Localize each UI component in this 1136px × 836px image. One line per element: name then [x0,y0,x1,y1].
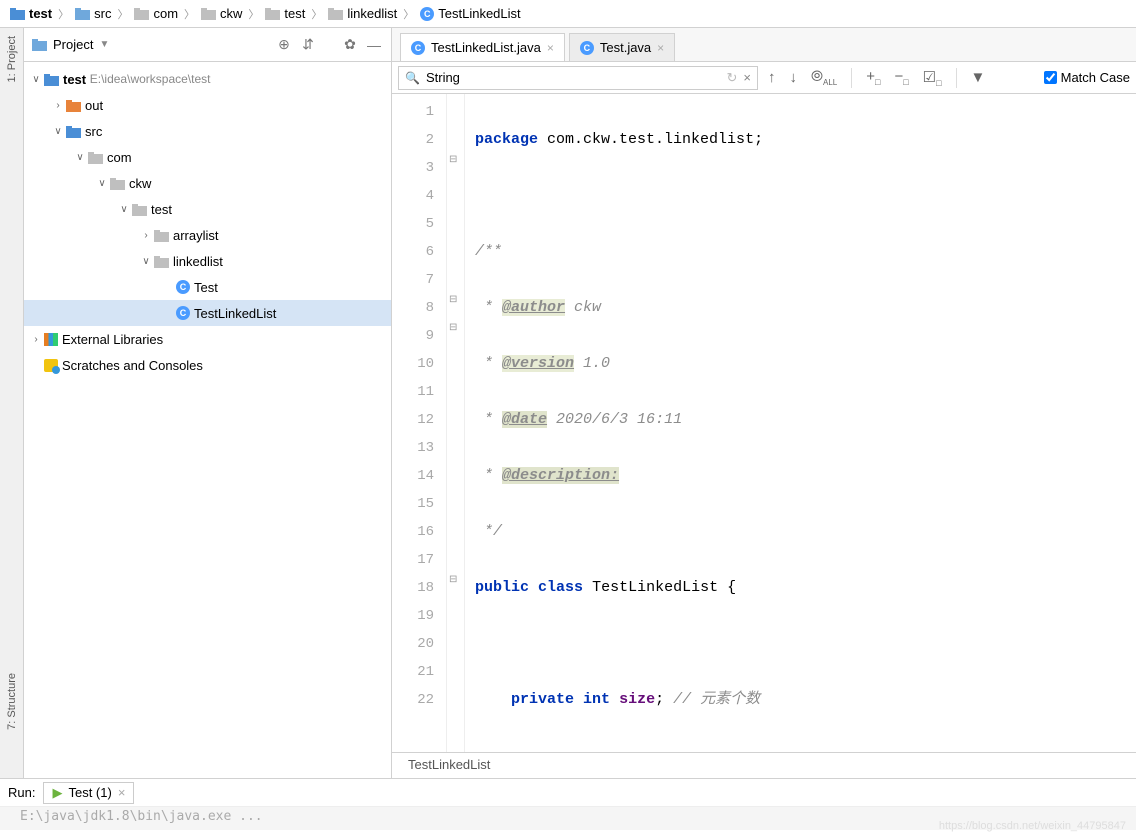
project-icon [32,38,47,51]
project-view-title[interactable]: Project [53,37,93,52]
class-icon: C [411,41,425,55]
tree-test-pkg[interactable]: ∨test [24,196,391,222]
remove-selection-button[interactable]: −□ [890,66,912,89]
bc-linkedlist[interactable]: linkedlist [324,4,401,23]
clear-icon[interactable]: × [743,70,751,85]
tab-testlinkedlist[interactable]: CTestLinkedList.java× [400,33,565,61]
folder-icon [328,7,343,20]
project-tool-button[interactable]: 1: Project [6,28,18,90]
folder-icon [110,177,125,190]
tree-scratches[interactable]: Scratches and Consoles [24,352,391,378]
tree-ckw[interactable]: ∨ckw [24,170,391,196]
tree-arraylist[interactable]: ›arraylist [24,222,391,248]
run-toolbar: Run: ▶Test (1)× [0,778,1136,806]
editor-breadcrumb[interactable]: TestLinkedList [392,752,1136,778]
project-view-dropdown-icon[interactable]: ▼ [99,39,109,50]
folder-icon [154,255,169,268]
class-icon: C [176,306,190,320]
watermark: https://blog.csdn.net/weixin_44795847 [939,820,1126,832]
project-tree[interactable]: ∨test E:\idea\workspace\test ›out ∨src ∨… [24,62,391,778]
find-bar: 🔍 ↻ × ↑ ↓ ⦾ALL +□ −□ ☑□ ▼ Match Case [392,62,1136,94]
module-icon [44,73,59,86]
close-icon[interactable]: × [657,41,664,55]
class-icon: C [176,280,190,294]
run-label: Run: [8,785,35,800]
libraries-icon [44,333,58,346]
run-tab[interactable]: ▶Test (1)× [43,782,134,804]
fold-gutter: ⊟ ⊟ ⊟ ⊟ [447,94,465,752]
folder-icon [66,125,81,138]
navigation-breadcrumbs: test〉 src〉 com〉 ckw〉 test〉 linkedlist〉 C… [0,0,1136,28]
bc-src[interactable]: src [71,4,115,23]
editor-area: CTestLinkedList.java× CTest.java× 🔍 ↻ × … [392,28,1136,778]
folder-icon [88,151,103,164]
hide-icon[interactable]: — [365,36,383,54]
class-icon: C [420,7,434,21]
folder-icon [66,99,81,112]
bc-ckw[interactable]: ckw [197,4,246,23]
locate-icon[interactable]: ⊕ [275,36,293,54]
search-icon: 🔍 [405,71,420,85]
add-selection-button[interactable]: +□ [862,66,884,89]
select-all-button[interactable]: ⦾ALL [807,66,841,89]
select-all-occurrences-button[interactable]: ☑□ [919,66,946,90]
bc-test[interactable]: test [261,4,309,23]
line-gutter: 12345678910111213141516171819202122 [392,94,447,752]
run-config-icon: ▶ [52,785,62,801]
next-match-button[interactable]: ↓ [786,67,802,88]
find-input[interactable] [426,70,721,85]
tree-root[interactable]: ∨test E:\idea\workspace\test [24,66,391,92]
tree-file-test[interactable]: CTest [24,274,391,300]
folder-icon [154,229,169,242]
collapse-icon[interactable]: ⇵ [299,36,317,54]
code-editor[interactable]: 12345678910111213141516171819202122 ⊟ ⊟ … [392,94,1136,752]
folder-icon [75,7,90,20]
code-content[interactable]: package com.ckw.test.linkedlist; /** * @… [465,94,1136,752]
class-icon: C [580,41,594,55]
match-case-checkbox[interactable]: Match Case [1044,70,1130,85]
project-panel: Project ▼ ⊕ ⇵ ✿ — ∨test E:\idea\workspac… [24,28,392,778]
editor-tabs: CTestLinkedList.java× CTest.java× [392,28,1136,62]
tree-file-tll[interactable]: CTestLinkedList [24,300,391,326]
bc-module[interactable]: test [6,4,56,23]
scratches-icon [44,359,58,372]
settings-icon[interactable]: ✿ [341,36,359,54]
module-icon [10,7,25,20]
tool-window-strip: 1: Project 7: Structure [0,28,24,778]
folder-icon [265,7,280,20]
filter-button[interactable]: ▼ [967,67,990,88]
folder-icon [201,7,216,20]
bc-com[interactable]: com [130,4,182,23]
tree-out[interactable]: ›out [24,92,391,118]
folder-icon [132,203,147,216]
tab-test[interactable]: CTest.java× [569,33,675,61]
prev-match-button[interactable]: ↑ [764,67,780,88]
folder-icon [134,7,149,20]
close-icon[interactable]: × [547,41,554,55]
bc-class[interactable]: CTestLinkedList [416,4,524,23]
find-input-container: 🔍 ↻ × [398,66,758,90]
tree-com[interactable]: ∨com [24,144,391,170]
close-icon[interactable]: × [118,785,126,800]
tree-ext-libs[interactable]: ›External Libraries [24,326,391,352]
tree-linkedlist[interactable]: ∨linkedlist [24,248,391,274]
structure-tool-button[interactable]: 7: Structure [6,665,18,738]
project-panel-header: Project ▼ ⊕ ⇵ ✿ — [24,28,391,62]
history-icon[interactable]: ↻ [727,70,738,86]
tree-src[interactable]: ∨src [24,118,391,144]
